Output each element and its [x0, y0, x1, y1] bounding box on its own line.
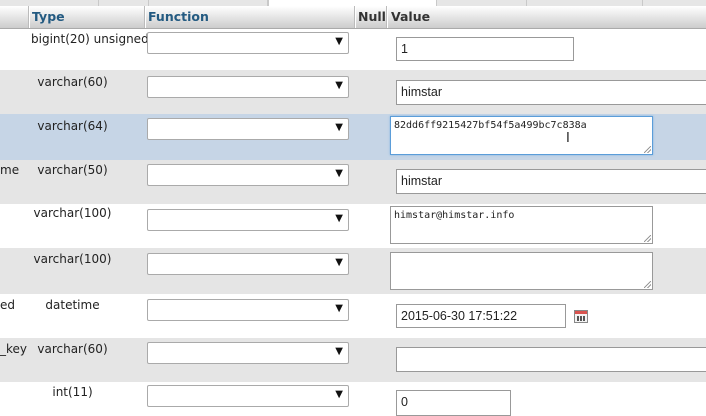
function-column-header[interactable]: Function: [148, 9, 209, 24]
value-input[interactable]: [396, 347, 706, 372]
type-column-header[interactable]: Type: [32, 9, 65, 24]
value-input[interactable]: 0: [396, 390, 511, 416]
table-row: varchar(100) ▼ himstar@himstar.info: [0, 204, 706, 248]
column-type: varchar(60): [37, 342, 108, 356]
function-select[interactable]: ▼: [147, 385, 349, 407]
chevron-down-icon: ▼: [335, 303, 343, 314]
table-header: Type Function Null Value: [0, 6, 706, 29]
resize-grip-icon[interactable]: [644, 281, 651, 288]
function-select[interactable]: ▼: [147, 76, 349, 98]
column-type: datetime: [45, 298, 100, 312]
chevron-down-icon: ▼: [335, 346, 343, 357]
value-textarea[interactable]: 82dd6ff9215427bf54f5a499bc7c838a: [390, 116, 653, 155]
column-type: varchar(50): [37, 163, 108, 177]
value-text: himstar@himstar.info: [394, 210, 515, 221]
table-row: ed datetime ▼ 2015-06-30 17:51:22: [0, 294, 706, 338]
text-cursor-icon: I: [566, 131, 570, 146]
value-input[interactable]: himstar: [396, 169, 706, 194]
column-type: varchar(64): [37, 119, 108, 133]
function-select[interactable]: ▼: [147, 253, 349, 275]
datetime-input[interactable]: 2015-06-30 17:51:22: [396, 304, 566, 328]
resize-grip-icon[interactable]: [644, 235, 651, 242]
chevron-down-icon: ▼: [335, 257, 343, 268]
chevron-down-icon: ▼: [335, 389, 343, 400]
value-input[interactable]: himstar: [396, 80, 706, 105]
table-row: varchar(100) ▼: [0, 248, 706, 294]
column-type: int(11): [52, 385, 93, 399]
function-select[interactable]: ▼: [147, 164, 349, 186]
function-select[interactable]: ▼: [147, 299, 349, 321]
chevron-down-icon: ▼: [335, 80, 343, 91]
null-column-header: Null: [358, 9, 386, 24]
table-row: varchar(60) ▼ himstar: [0, 70, 706, 114]
resize-grip-icon[interactable]: [644, 146, 651, 153]
function-select[interactable]: ▼: [147, 118, 349, 140]
function-select[interactable]: ▼: [147, 342, 349, 364]
function-select[interactable]: ▼: [147, 209, 349, 231]
table-row: me varchar(50) ▼ himstar: [0, 160, 706, 204]
column-type: varchar(100): [33, 252, 112, 266]
value-text: 82dd6ff9215427bf54f5a499bc7c838a: [394, 120, 587, 131]
table-row: bigint(20) unsigned ▼ 1: [0, 29, 706, 70]
function-select[interactable]: ▼: [147, 32, 349, 54]
table-row: _key varchar(60) ▼: [0, 338, 706, 382]
chevron-down-icon: ▼: [335, 168, 343, 179]
value-textarea[interactable]: [390, 252, 653, 290]
value-input[interactable]: 1: [396, 37, 574, 61]
chevron-down-icon: ▼: [335, 36, 343, 47]
value-textarea[interactable]: himstar@himstar.info: [390, 206, 653, 244]
calendar-icon[interactable]: [574, 310, 588, 323]
value-column-header: Value: [391, 9, 431, 24]
chevron-down-icon: ▼: [335, 122, 343, 133]
column-type: varchar(60): [37, 75, 108, 89]
chevron-down-icon: ▼: [335, 213, 343, 224]
table-row: varchar(64) ▼ 82dd6ff9215427bf54f5a499bc…: [0, 114, 706, 160]
column-type: varchar(100): [33, 206, 112, 220]
table-row: int(11) ▼ 0: [0, 382, 706, 416]
